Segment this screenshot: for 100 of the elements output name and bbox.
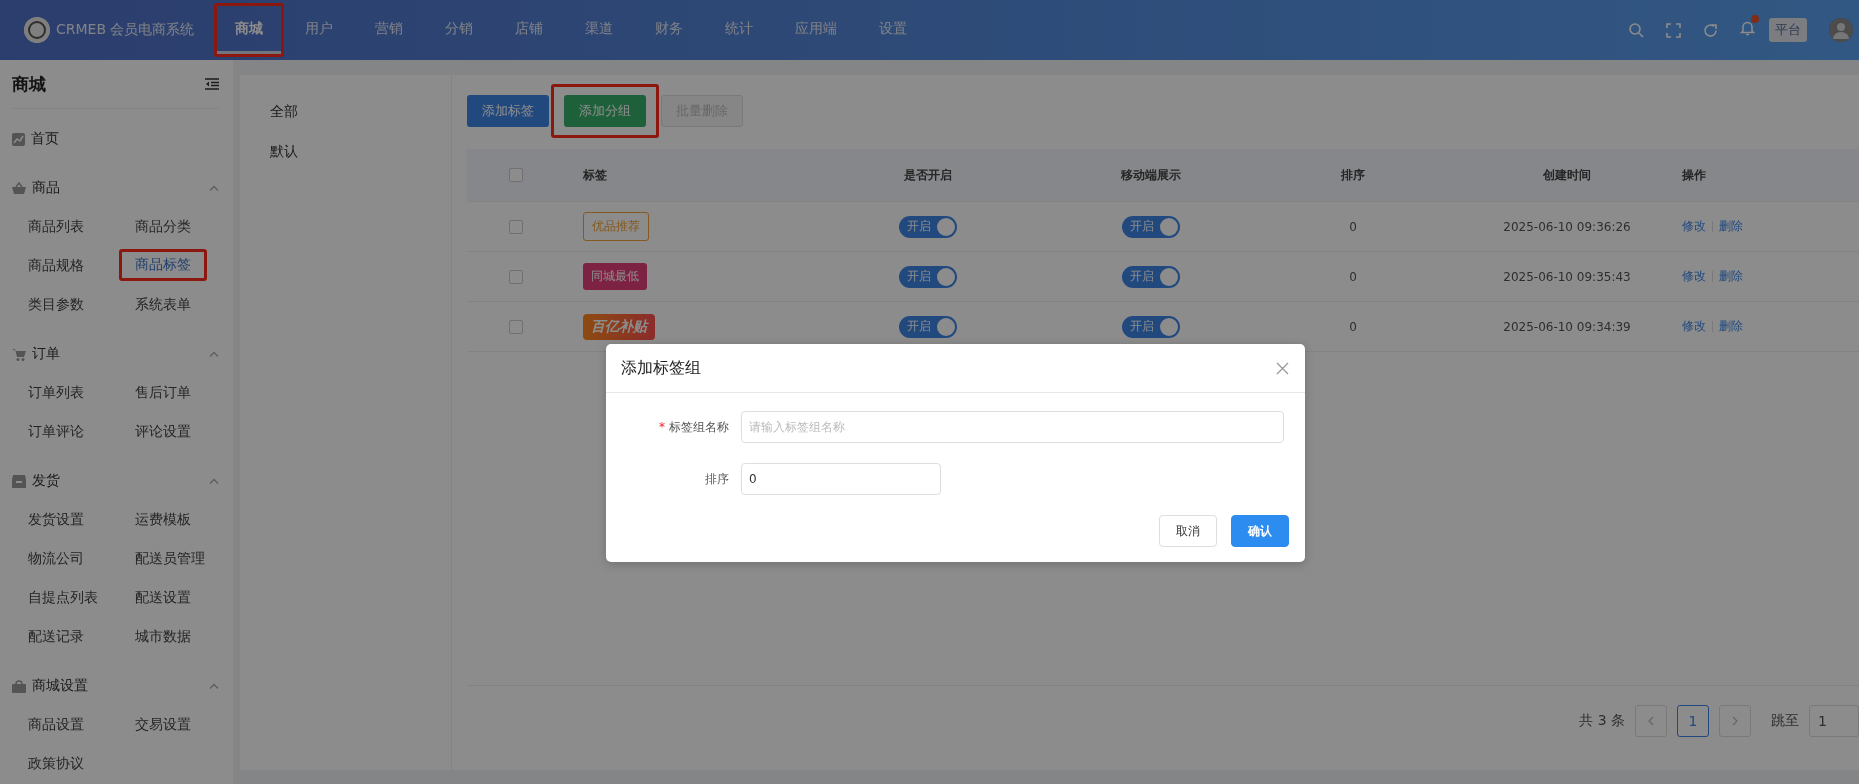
next-page-button[interactable]: [1719, 705, 1751, 737]
menu-item[interactable]: 商品标签: [135, 245, 191, 285]
menu-item[interactable]: 运费模板: [135, 500, 242, 539]
input-field[interactable]: 请输入标签组名称: [741, 411, 1284, 443]
cancel-button[interactable]: 取消: [1159, 515, 1217, 547]
column-header: 操作: [1682, 166, 1707, 184]
role-badge: 平台: [1769, 18, 1807, 42]
tag-label: 优品推荐: [583, 212, 649, 241]
checkbox[interactable]: [509, 269, 523, 284]
nav-tab[interactable]: 用户: [287, 6, 351, 54]
column-header: 标签: [583, 166, 608, 184]
menu-group[interactable]: 商城设置: [12, 667, 219, 705]
group-item[interactable]: 全部: [240, 91, 451, 131]
nav-tab[interactable]: 应用端: [777, 6, 855, 54]
column-header: 创建时间: [1543, 166, 1591, 184]
field-label: 排序: [705, 471, 729, 486]
menu-item[interactable]: 订单评论: [28, 412, 135, 451]
toggle-switch[interactable]: 开启: [899, 265, 957, 288]
chevron-up-icon[interactable]: [209, 351, 219, 357]
table-cell: 2025-06-10 09:35:43: [1503, 269, 1631, 284]
input-field[interactable]: 0: [741, 463, 941, 495]
page-jump-field[interactable]: 1: [1809, 705, 1859, 737]
nav-tab[interactable]: 统计: [707, 6, 771, 54]
menu-item[interactable]: 售后订单: [135, 373, 242, 412]
toggle-switch[interactable]: 开启: [1122, 315, 1180, 338]
edit-link[interactable]: 修改: [1682, 268, 1706, 285]
menu-group[interactable]: 订单: [12, 335, 219, 373]
toolbar-button[interactable]: 添加标签: [467, 95, 549, 127]
delete-link[interactable]: 删除: [1719, 318, 1743, 335]
shop-icon: [12, 679, 26, 693]
bell-icon[interactable]: [1740, 20, 1755, 36]
menu-item[interactable]: 订单列表: [28, 373, 135, 412]
column-header: 是否开启: [904, 166, 952, 184]
jump-label: 跳至: [1771, 712, 1799, 730]
chevron-right-icon: [1732, 716, 1738, 726]
menu-item[interactable]: 商品设置: [28, 705, 135, 744]
confirm-button[interactable]: 确认: [1231, 515, 1289, 547]
menu-group[interactable]: 发货: [12, 462, 219, 500]
tag-label: 同城最低: [583, 263, 647, 290]
refresh-icon[interactable]: [1703, 22, 1718, 38]
menu-item[interactable]: 城市数据: [135, 617, 242, 656]
collapse-icon[interactable]: [205, 78, 219, 90]
nav-tab[interactable]: 渠道: [567, 6, 631, 54]
toggle-switch[interactable]: 开启: [899, 315, 957, 338]
chevron-up-icon[interactable]: [209, 683, 219, 689]
menu-item[interactable]: 评论设置: [135, 412, 242, 451]
menu-item[interactable]: 商品分类: [135, 207, 242, 246]
dialog-title: 添加标签组: [621, 357, 701, 379]
chevron-up-icon[interactable]: [209, 478, 219, 484]
fullscreen-icon[interactable]: [1666, 22, 1681, 38]
group-item[interactable]: 默认: [240, 131, 451, 171]
nav-tab[interactable]: 商城: [217, 6, 281, 54]
chart-icon: [12, 132, 25, 146]
basket-icon: [12, 182, 26, 194]
column-header: 移动端展示: [1121, 166, 1181, 184]
menu-item[interactable]: 类目参数: [28, 285, 135, 324]
menu-item[interactable]: 自提点列表: [28, 578, 135, 617]
table-cell: 0: [1349, 269, 1357, 284]
checkbox[interactable]: [509, 319, 523, 334]
menu-group[interactable]: 首页: [12, 120, 219, 158]
nav-tab[interactable]: 财务: [637, 6, 701, 54]
nav-tab[interactable]: 营销: [357, 6, 421, 54]
menu-item[interactable]: 交易设置: [135, 705, 242, 744]
menu-item[interactable]: 配送记录: [28, 617, 135, 656]
menu-item[interactable]: 配送员管理: [135, 539, 242, 578]
menu-group[interactable]: 商品: [12, 169, 219, 207]
close-icon[interactable]: [1276, 361, 1289, 375]
nav-tab[interactable]: 店铺: [497, 6, 561, 54]
table-cell: 0: [1349, 319, 1357, 334]
menu-item[interactable]: 发货设置: [28, 500, 135, 539]
brand-name: CRMEB 会员电商系统: [56, 21, 195, 39]
edit-link[interactable]: 修改: [1682, 218, 1706, 235]
required-mark: *: [659, 419, 665, 434]
delete-link[interactable]: 删除: [1719, 268, 1743, 285]
cart-icon: [12, 347, 26, 361]
checkbox[interactable]: [509, 219, 523, 234]
prev-page-button[interactable]: [1635, 705, 1667, 737]
page-button[interactable]: 1: [1677, 705, 1709, 737]
search-icon[interactable]: [1629, 22, 1644, 38]
nav-tab[interactable]: 分销: [427, 6, 491, 54]
toggle-switch[interactable]: 开启: [1122, 215, 1180, 238]
chevron-up-icon[interactable]: [209, 185, 219, 191]
delete-link[interactable]: 删除: [1719, 218, 1743, 235]
table-cell: 2025-06-10 09:36:26: [1503, 219, 1631, 234]
toggle-switch[interactable]: 开启: [899, 215, 957, 238]
menu-item[interactable]: 政策协议: [28, 744, 135, 783]
menu-item[interactable]: 商品列表: [28, 207, 135, 246]
toggle-switch[interactable]: 开启: [1122, 265, 1180, 288]
total-count: 共 3 条: [1579, 712, 1625, 730]
box-icon: [12, 474, 26, 488]
edit-link[interactable]: 修改: [1682, 318, 1706, 335]
avatar[interactable]: [1829, 18, 1853, 42]
menu-item[interactable]: 系统表单: [135, 285, 242, 324]
table-cell: 2025-06-10 09:34:39: [1503, 319, 1631, 334]
field-label: 标签组名称: [669, 419, 729, 434]
menu-item[interactable]: 物流公司: [28, 539, 135, 578]
menu-item[interactable]: 商品规格: [28, 246, 135, 285]
sidebar-title: 商城: [12, 72, 46, 96]
checkbox[interactable]: [509, 168, 523, 182]
menu-item[interactable]: 配送设置: [135, 578, 242, 617]
